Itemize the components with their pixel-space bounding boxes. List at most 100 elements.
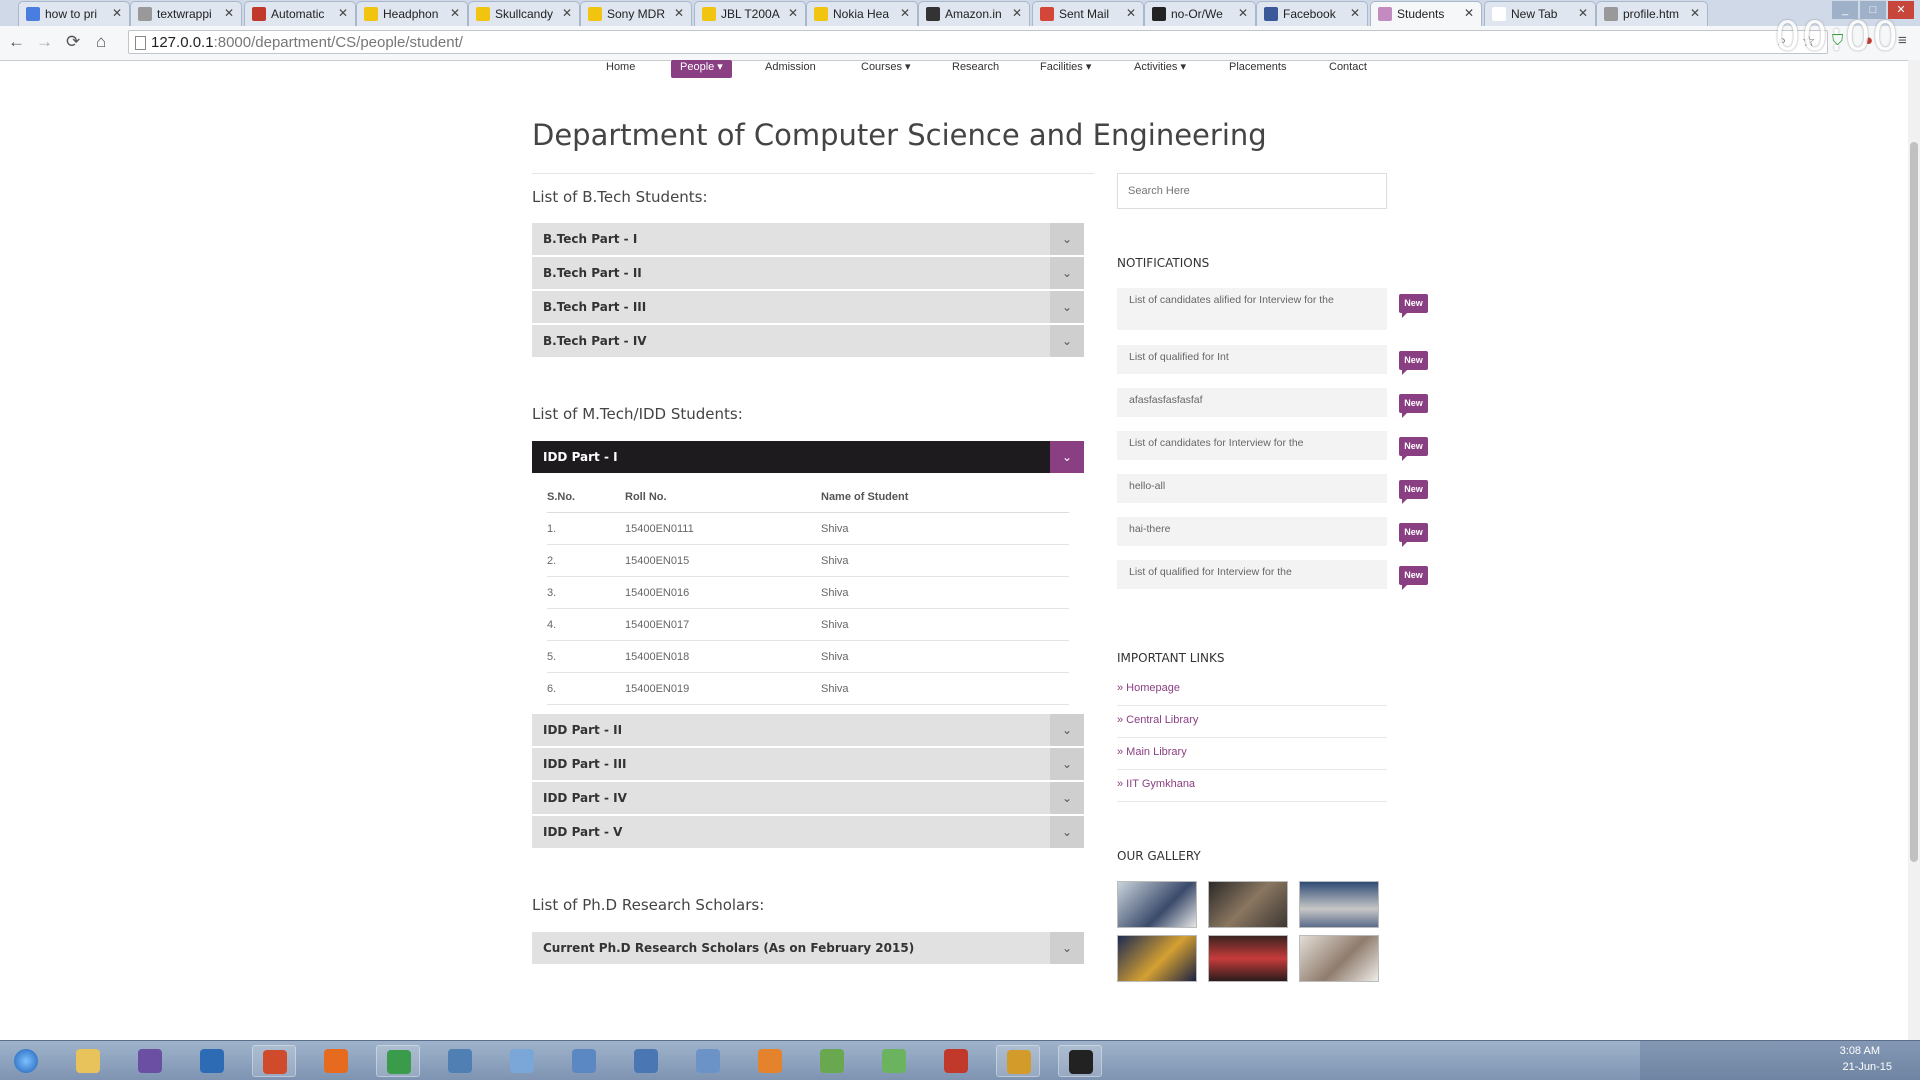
close-tab-icon[interactable]: ✕ [1578,6,1588,20]
close-tab-icon[interactable]: ✕ [224,6,234,20]
browser-tab[interactable]: profile.htm ✕ [1596,1,1708,26]
office-icon[interactable] [252,1045,296,1077]
notification-item[interactable]: List of candidates alified for Interview… [1117,288,1387,330]
gallery-thumbnail[interactable] [1117,881,1197,928]
accordion-idd-part-3[interactable]: IDD Part - IV ⌄ [532,782,1084,815]
search-input[interactable] [1117,173,1387,209]
gallery-thumbnail[interactable] [1208,881,1288,928]
accordion-btech-part-2[interactable]: B.Tech Part - II ⌄ [532,257,1084,290]
tools-icon[interactable] [624,1045,668,1077]
chrome-icon[interactable] [376,1045,420,1077]
browser-tab[interactable]: JBL T200A ✕ [694,1,806,26]
close-tab-icon[interactable]: ✕ [788,6,798,20]
link-text[interactable]: » Main Library [1117,746,1187,758]
browser-tab[interactable]: Automatic ✕ [244,1,356,26]
sublime-icon[interactable] [996,1045,1040,1077]
browser-tab[interactable]: Sony MDR ✕ [580,1,692,26]
forward-icon[interactable]: → [36,32,53,52]
chevron-down-icon[interactable]: ⌄ [1050,441,1084,473]
nav-item-admission[interactable]: Admission [765,60,816,78]
chevron-down-icon[interactable]: ⌄ [1050,223,1084,255]
browser-tab[interactable]: Skullcandy ✕ [468,1,580,26]
remote-desktop-icon[interactable] [562,1045,606,1077]
start-button[interactable] [4,1045,48,1077]
close-tab-icon[interactable]: ✕ [674,6,684,20]
nav-item-home[interactable]: Home [606,60,635,78]
reload-icon[interactable]: ⟳ [66,32,80,52]
close-tab-icon[interactable]: ✕ [1350,6,1360,20]
chevron-down-icon[interactable]: ⌄ [1050,257,1084,289]
globe-icon[interactable] [872,1045,916,1077]
nav-item-activities[interactable]: Activities ▾ [1134,60,1186,78]
nav-item-research[interactable]: Research [952,60,999,78]
chevron-down-icon[interactable]: ⌄ [1050,782,1084,814]
close-tab-icon[interactable]: ✕ [562,6,572,20]
drive-icon[interactable] [686,1045,730,1077]
link-text[interactable]: » IIT Gymkhana [1117,778,1195,790]
notification-item[interactable]: List of qualified for Interview for the [1117,560,1387,589]
terminal-icon[interactable] [1058,1045,1102,1077]
browser-tab[interactable]: Amazon.in ✕ [918,1,1030,26]
close-tab-icon[interactable]: ✕ [900,6,910,20]
accordion-btech-part-3[interactable]: B.Tech Part - III ⌄ [532,291,1084,324]
home-icon[interactable]: ⌂ [96,32,106,52]
browser-tab[interactable]: Headphon ✕ [356,1,468,26]
address-bar[interactable]: 127.0.0.1:8000/department/CS/people/stud… [128,30,1828,54]
nav-item-courses[interactable]: Courses ▾ [861,60,911,78]
accordion-btech-part-4[interactable]: B.Tech Part - IV ⌄ [532,325,1084,358]
close-tab-icon[interactable]: ✕ [1238,6,1248,20]
page-scrollbar[interactable] [1908,60,1920,1040]
control-panel-icon[interactable] [500,1045,544,1077]
close-tab-icon[interactable]: ✕ [112,6,122,20]
network-icon[interactable] [438,1045,482,1077]
spider-icon[interactable] [934,1045,978,1077]
accordion-idd-part-2[interactable]: IDD Part - III ⌄ [532,748,1084,781]
gallery-thumbnail[interactable] [1299,935,1379,982]
notification-item[interactable]: hello-all [1117,474,1387,503]
link-text[interactable]: » Central Library [1117,714,1198,726]
notification-item[interactable]: List of candidates for Interview for the [1117,431,1387,460]
explorer-icon[interactable] [66,1045,110,1077]
chevron-down-icon[interactable]: ⌄ [1050,932,1084,964]
nav-item-people[interactable]: People ▾ [671,60,732,78]
accordion-btech-part-1[interactable]: B.Tech Part - I ⌄ [532,223,1084,256]
browser-tab[interactable]: textwrappi ✕ [130,1,242,26]
close-tab-icon[interactable]: ✕ [450,6,460,20]
notification-item[interactable]: hai-there [1117,517,1387,546]
close-tab-icon[interactable]: ✕ [1464,6,1474,20]
important-link[interactable]: » Main Library [1117,738,1387,770]
accordion-phd[interactable]: Current Ph.D Research Scholars (As on Fe… [532,932,1084,965]
notification-item[interactable]: List of qualified for Int [1117,345,1387,374]
vlc-icon[interactable] [748,1045,792,1077]
browser-tab[interactable]: Nokia Hea ✕ [806,1,918,26]
nav-item-facilities[interactable]: Facilities ▾ [1040,60,1091,78]
back-icon[interactable]: ← [8,32,25,52]
browser-tab[interactable]: Sent Mail ✕ [1032,1,1144,26]
browser-tab[interactable]: New Tab ✕ [1484,1,1596,26]
close-tab-icon[interactable]: ✕ [1012,6,1022,20]
chevron-down-icon[interactable]: ⌄ [1050,748,1084,780]
chevron-down-icon[interactable]: ⌄ [1050,816,1084,848]
firefox-icon[interactable] [314,1045,358,1077]
chevron-down-icon[interactable]: ⌄ [1050,714,1084,746]
close-tab-icon[interactable]: ✕ [1690,6,1700,20]
close-tab-icon[interactable]: ✕ [1126,6,1136,20]
accordion-idd-part-4[interactable]: IDD Part - V ⌄ [532,816,1084,849]
notification-item[interactable]: afasfasfasfasfaf [1117,388,1387,417]
visual-studio-icon[interactable] [128,1045,172,1077]
browser-tab[interactable]: how to pri ✕ [18,1,130,26]
browser-tab[interactable]: Students ✕ [1370,1,1482,26]
gallery-thumbnail[interactable] [1299,881,1379,928]
close-tab-icon[interactable]: ✕ [338,6,348,20]
important-link[interactable]: » Central Library [1117,706,1387,738]
utorrent-icon[interactable] [810,1045,854,1077]
accordion-idd-part-1[interactable]: IDD Part - II ⌄ [532,714,1084,747]
important-link[interactable]: » Homepage [1117,674,1387,706]
nav-item-contact[interactable]: Contact [1329,60,1367,78]
chevron-down-icon[interactable]: ⌄ [1050,325,1084,357]
gallery-thumbnail[interactable] [1117,935,1197,982]
gallery-thumbnail[interactable] [1208,935,1288,982]
nav-item-placements[interactable]: Placements [1229,60,1286,78]
link-text[interactable]: » Homepage [1117,682,1180,694]
scrollbar-thumb[interactable] [1910,142,1918,862]
